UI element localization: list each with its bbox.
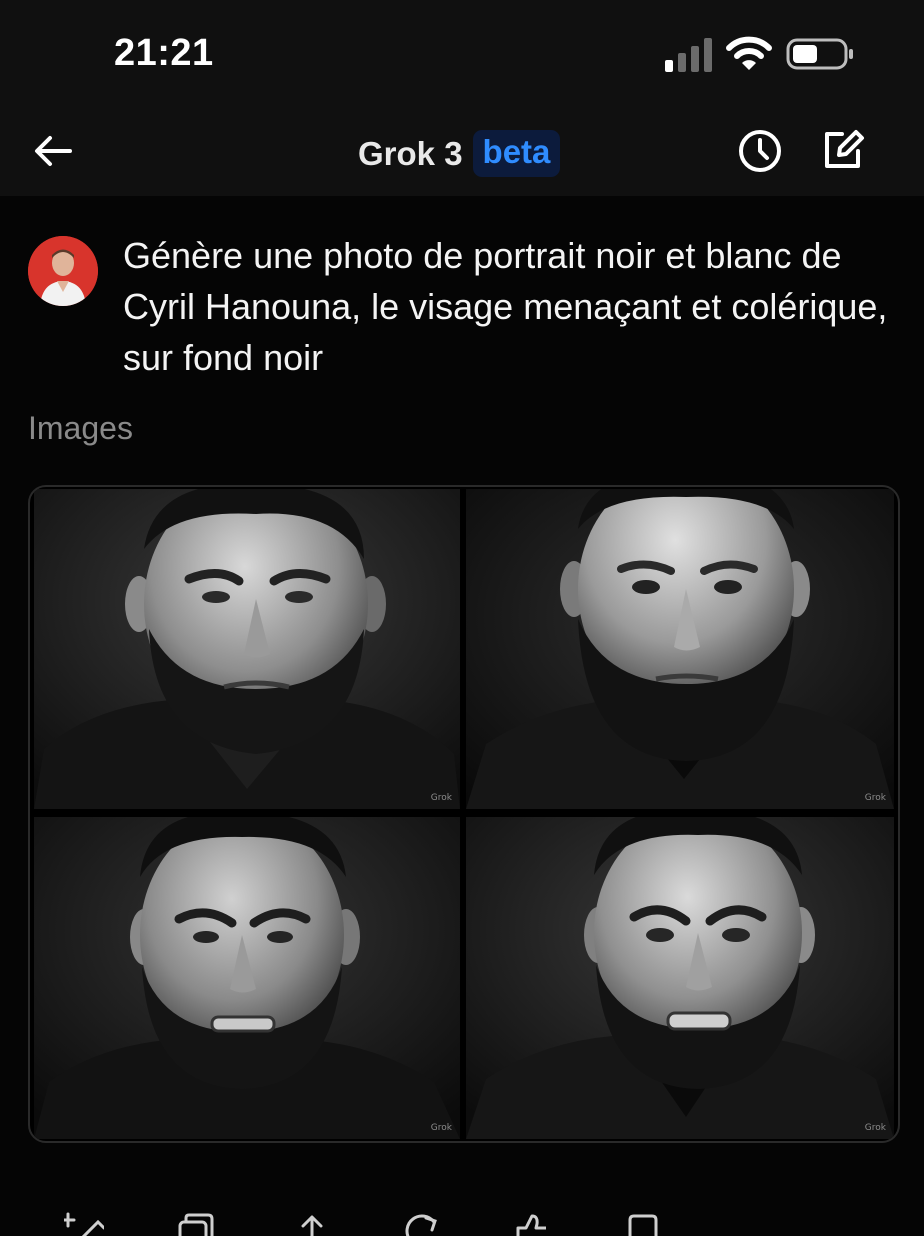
back-arrow-icon[interactable] bbox=[30, 128, 76, 174]
portrait-image-3 bbox=[34, 817, 460, 1139]
generated-image-1[interactable]: Grok bbox=[34, 489, 460, 809]
status-time: 21:21 bbox=[114, 32, 214, 74]
grok-watermark: Grok bbox=[864, 793, 886, 803]
grok-watermark: Grok bbox=[430, 1123, 452, 1133]
grok-watermark: Grok bbox=[864, 1123, 886, 1133]
generated-images-grid: Grok Grok Grok Grok bbox=[28, 485, 900, 1143]
grok-chat-screen: 21:21 Grok 3 beta Génère une photo de po… bbox=[0, 0, 924, 1236]
portrait-image-1 bbox=[34, 489, 460, 809]
grok-watermark: Grok bbox=[430, 793, 452, 803]
edit-sparkle-icon[interactable] bbox=[64, 1212, 104, 1236]
avatar-person-icon bbox=[28, 236, 98, 306]
share-icon[interactable] bbox=[292, 1212, 332, 1236]
user-prompt-message: Génère une photo de portrait noir et bla… bbox=[123, 235, 888, 378]
cellular-signal-icon bbox=[665, 38, 712, 72]
copy-icon[interactable] bbox=[176, 1212, 216, 1236]
portrait-image-4 bbox=[466, 817, 894, 1139]
generated-image-2[interactable]: Grok bbox=[466, 489, 894, 809]
message-action-bar bbox=[0, 1212, 924, 1236]
user-avatar[interactable] bbox=[28, 236, 98, 306]
bookmark-icon[interactable] bbox=[622, 1212, 662, 1236]
regenerate-icon[interactable] bbox=[402, 1212, 442, 1236]
generated-image-3[interactable]: Grok bbox=[34, 817, 460, 1139]
wifi-icon bbox=[726, 36, 772, 70]
header-title-group: Grok 3 beta bbox=[358, 130, 561, 177]
like-icon[interactable] bbox=[512, 1212, 552, 1236]
generated-image-4[interactable]: Grok bbox=[466, 817, 894, 1139]
portrait-image-2 bbox=[466, 489, 894, 809]
page-title: Grok 3 bbox=[358, 134, 463, 172]
beta-badge: beta bbox=[472, 130, 561, 177]
top-bar: 21:21 Grok 3 beta bbox=[0, 0, 924, 196]
history-clock-icon[interactable] bbox=[736, 127, 784, 175]
images-section-label: Images bbox=[28, 410, 133, 446]
battery-icon bbox=[786, 38, 853, 70]
new-chat-compose-icon[interactable] bbox=[818, 125, 868, 175]
